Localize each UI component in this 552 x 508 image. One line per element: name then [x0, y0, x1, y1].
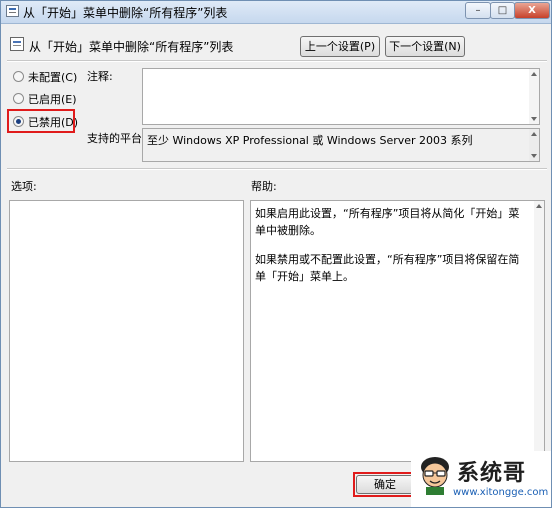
disabled-option-highlight: [7, 109, 75, 133]
previous-setting-button[interactable]: 上一个设置(P): [300, 36, 380, 57]
close-button[interactable]: X: [514, 2, 550, 19]
window-title: 从「开始」菜单中删除“所有程序”列表: [23, 6, 228, 20]
supported-platform-field: 至少 Windows XP Professional 或 Windows Ser…: [142, 128, 540, 162]
maximize-button[interactable]: □: [490, 2, 515, 19]
help-paragraph: 如果启用此设置，“所有程序”项目将从简化「开始」菜单中被删除。: [255, 207, 520, 237]
policy-icon: [6, 5, 19, 17]
watermark-brand: 系统哥: [457, 461, 527, 486]
comment-scrollbar[interactable]: [529, 69, 539, 124]
supported-platform-label: 支持的平台:: [87, 132, 146, 145]
minimize-button[interactable]: –: [465, 2, 491, 19]
title-bar[interactable]: 从「开始」菜单中删除“所有程序”列表 – □ X: [1, 1, 551, 24]
help-scrollbar[interactable]: [534, 201, 544, 461]
help-label: 帮助:: [251, 180, 277, 193]
divider: [7, 60, 547, 62]
watermark-url: www.xitongge.com: [453, 487, 549, 498]
next-setting-button[interactable]: 下一个设置(N): [385, 36, 465, 57]
help-paragraph: 如果禁用或不配置此设置，“所有程序”项目将保留在简单「开始」菜单上。: [255, 253, 520, 283]
scroll-up-icon[interactable]: [536, 204, 542, 208]
scroll-down-icon[interactable]: [531, 154, 537, 158]
scroll-up-icon[interactable]: [531, 72, 537, 76]
policy-dialog: 从「开始」菜单中删除“所有程序”列表 – □ X 从「开始」菜单中删除“所有程序…: [0, 0, 552, 508]
comment-label: 注释:: [87, 70, 113, 83]
scroll-down-icon[interactable]: [531, 117, 537, 121]
supported-platform-value: 至少 Windows XP Professional 或 Windows Ser…: [147, 134, 473, 147]
help-text: 如果启用此设置，“所有程序”项目将从简化「开始」菜单中被删除。 如果禁用或不配置…: [255, 205, 530, 297]
radio-icon: [13, 71, 24, 82]
mascot-logo-icon: [421, 457, 449, 495]
supported-scrollbar[interactable]: [529, 129, 539, 161]
setting-name: 从「开始」菜单中删除“所有程序”列表: [29, 40, 234, 54]
help-panel: 如果启用此设置，“所有程序”项目将从简化「开始」菜单中被删除。 如果禁用或不配置…: [250, 200, 545, 462]
ok-button-highlight: [353, 472, 417, 497]
radio-icon: [13, 93, 24, 104]
comment-textarea[interactable]: [142, 68, 540, 125]
scroll-up-icon[interactable]: [531, 132, 537, 136]
setting-icon: [10, 37, 24, 51]
options-panel: [9, 200, 244, 462]
radio-label: 未配置(C): [28, 71, 78, 84]
radio-label: 已启用(E): [28, 93, 77, 106]
options-label: 选项:: [11, 180, 37, 193]
divider: [7, 168, 547, 170]
watermark-badge: 系统哥 www.xitongge.com: [411, 451, 551, 507]
